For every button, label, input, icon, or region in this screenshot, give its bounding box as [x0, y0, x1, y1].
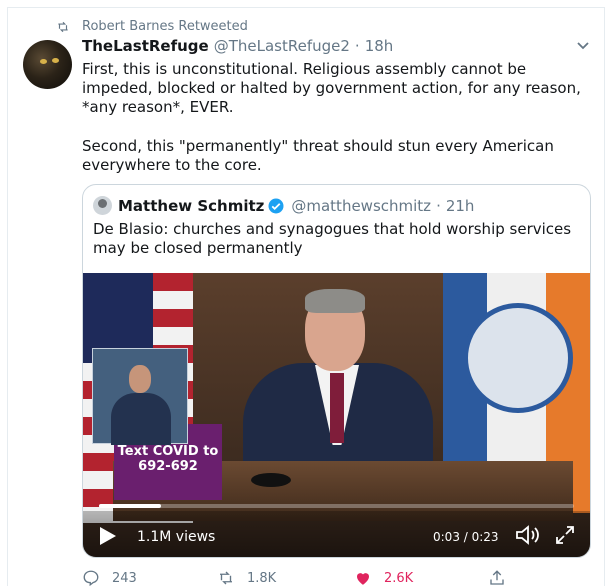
reply-button[interactable]: 243: [82, 569, 137, 586]
share-button[interactable]: [488, 569, 518, 586]
quoted-tweet-header: Matthew Schmitz @matthewschmitz · 21h: [93, 196, 474, 215]
retweet-icon: [220, 571, 232, 585]
author-handle[interactable]: @TheLastRefuge2: [214, 37, 350, 55]
tweet-text: First, this is unconstitutional. Religio…: [82, 60, 581, 175]
author-name[interactable]: TheLastRefuge: [82, 37, 209, 55]
interpreter-body: [111, 393, 171, 445]
video-progress-bar[interactable]: [99, 504, 574, 508]
author-avatar[interactable]: [23, 40, 72, 89]
nyc-seal-image: [463, 303, 573, 413]
quoted-tweet[interactable]: Matthew Schmitz @matthewschmitz · 21h De…: [82, 184, 591, 558]
retweet-context: Robert Barnes Retweeted: [56, 19, 248, 34]
sign-language-interpreter-inset: [92, 348, 188, 445]
header-separator: ·: [354, 37, 360, 55]
retweet-button[interactable]: 1.8K: [217, 569, 276, 586]
volume-icon[interactable]: [515, 524, 541, 546]
retweet-count: 1.8K: [247, 570, 277, 586]
share-icon: [490, 570, 504, 585]
tweet-header: TheLastRefuge @TheLastRefuge2 · 18h: [82, 37, 393, 55]
heart-icon: [357, 573, 369, 585]
quoted-tweet-time: 21h: [445, 196, 475, 215]
quoted-header-separator: ·: [436, 196, 441, 215]
microphone: [251, 473, 291, 487]
avatar-eye: [40, 59, 47, 64]
play-icon[interactable]: [99, 526, 117, 546]
video-player[interactable]: Text COVID to 692-692 1.1M views 0:03 / …: [83, 273, 590, 557]
retweet-icon: [58, 21, 68, 32]
retweet-context-text: Robert Barnes Retweeted: [82, 19, 248, 34]
speaker-tie: [330, 373, 344, 443]
avatar-eye: [52, 58, 59, 63]
like-count: 2.6K: [384, 570, 414, 586]
video-time: 0:03 / 0:23: [433, 530, 499, 544]
speaker-hair: [305, 289, 365, 313]
video-caption-line1: Text COVID to: [117, 444, 219, 459]
tweet-actions: 243 1.8K 2.6K: [82, 569, 512, 586]
quoted-author-handle: @matthewschmitz: [291, 196, 432, 215]
video-caption: Text COVID to 692-692: [114, 444, 222, 474]
like-button[interactable]: 2.6K: [354, 569, 413, 586]
reply-icon: [83, 570, 99, 586]
reply-count: 243: [112, 570, 137, 586]
quoted-author-avatar: [93, 196, 112, 215]
video-view-count: 1.1M views: [137, 529, 216, 545]
quoted-tweet-text: De Blasio: churches and synagogues that …: [93, 220, 572, 258]
interpreter-head: [129, 365, 151, 393]
quoted-author-name: Matthew Schmitz: [118, 196, 265, 215]
video-progress-fill: [99, 504, 161, 508]
verified-badge-icon: [268, 198, 284, 213]
chevron-down-icon[interactable]: [576, 41, 590, 51]
video-caption-line2: 692-692: [138, 459, 198, 474]
fullscreen-icon[interactable]: [555, 525, 575, 545]
tweet-time[interactable]: 18h: [365, 37, 394, 55]
